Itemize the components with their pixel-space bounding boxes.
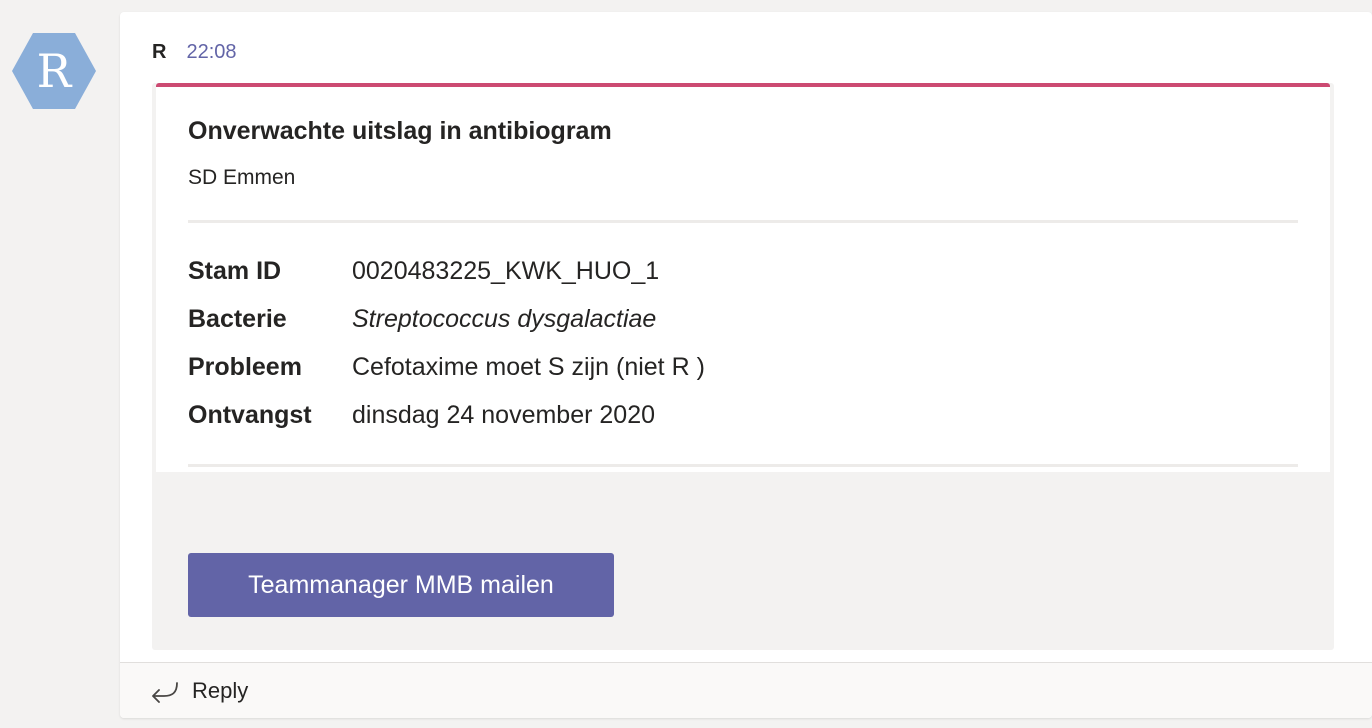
- card-divider: [188, 220, 1298, 223]
- card-title: Onverwachte uitslag in antibiogram: [188, 117, 612, 145]
- card-body: Onverwachte uitslag in antibiogram SD Em…: [156, 83, 1330, 472]
- message-header: R 22:08: [152, 38, 237, 66]
- fact-value: Cefotaxime moet S zijn (niet R ): [352, 353, 705, 381]
- avatar-initial: R: [37, 44, 73, 98]
- card-divider: [188, 464, 1298, 467]
- avatar[interactable]: R: [12, 32, 96, 110]
- fact-value: dinsdag 24 november 2020: [352, 401, 656, 429]
- mail-teammanager-button[interactable]: Teammanager MMB mailen: [188, 553, 614, 617]
- fact-label: Stam ID: [188, 257, 282, 285]
- fact-label: Bacterie: [188, 305, 287, 333]
- card-subtitle: SD Emmen: [188, 166, 296, 189]
- sender-name[interactable]: R: [152, 41, 166, 64]
- fact-label: Ontvangst: [188, 401, 312, 429]
- reply-arrow-icon: [150, 679, 180, 703]
- reply-label: Reply: [192, 678, 249, 703]
- fact-value: Streptococcus dysgalactiae: [352, 305, 657, 333]
- message-timestamp[interactable]: 22:08: [186, 41, 236, 64]
- message-container: R 22:08 Onverwachte uitslag in antibiogr…: [120, 12, 1372, 718]
- adaptive-card: Onverwachte uitslag in antibiogram SD Em…: [152, 83, 1334, 650]
- fact-value: 0020483225_KWK_HUO_1: [352, 257, 660, 285]
- avatar-hexagon-icon: R: [12, 33, 96, 109]
- fact-label: Probleem: [188, 353, 302, 381]
- reply-button[interactable]: Reply: [120, 662, 1372, 718]
